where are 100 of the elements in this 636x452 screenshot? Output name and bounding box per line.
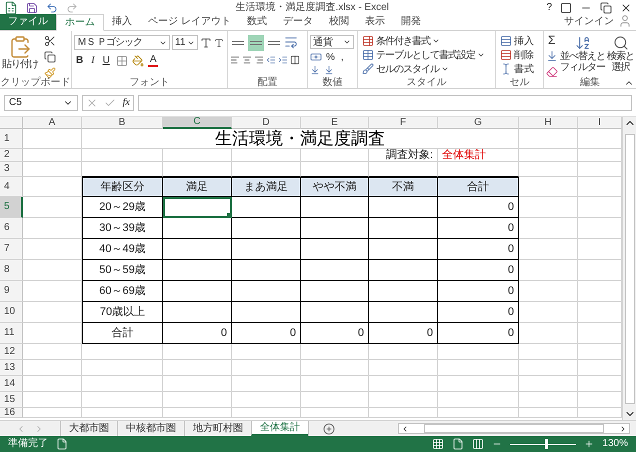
- empty-cell[interactable]: [232, 239, 301, 260]
- font-name-field[interactable]: ＭＳ Ｐゴシック: [74, 35, 170, 50]
- name-box[interactable]: C5: [4, 94, 78, 110]
- new-sheet-icon[interactable]: [322, 422, 334, 434]
- align-right-icon[interactable]: [254, 55, 264, 65]
- normal-view-icon[interactable]: [432, 438, 444, 450]
- empty-cell[interactable]: [163, 260, 232, 281]
- empty-cell[interactable]: [369, 197, 438, 218]
- insert-function-button[interactable]: fx: [122, 98, 130, 108]
- empty-cell[interactable]: [301, 302, 369, 323]
- empty-cell[interactable]: [369, 239, 438, 260]
- row-header[interactable]: 1: [0, 129, 23, 149]
- dropdown-caret-icon[interactable]: [441, 65, 449, 73]
- column-header[interactable]: B: [82, 117, 163, 129]
- vertical-scrollbar[interactable]: [622, 117, 636, 420]
- align-left-icon[interactable]: [230, 55, 240, 65]
- column-header[interactable]: E: [301, 117, 369, 129]
- fill-color-icon[interactable]: [132, 54, 144, 66]
- empty-cell[interactable]: [301, 197, 369, 218]
- sort-filter-button[interactable]: 並べ替えと フィルター: [560, 35, 605, 76]
- select-all-button[interactable]: [0, 117, 23, 129]
- copy-icon[interactable]: [44, 51, 56, 63]
- percent-button[interactable]: %: [324, 52, 337, 62]
- save-icon[interactable]: [26, 2, 38, 14]
- horizontal-scrollbar[interactable]: [398, 423, 630, 434]
- active-cell[interactable]: [163, 197, 232, 218]
- row-header[interactable]: 4: [0, 177, 23, 197]
- vertical-align-button[interactable]: [248, 35, 264, 51]
- merge-cells-icon[interactable]: [290, 55, 300, 65]
- restore-icon[interactable]: [600, 2, 612, 14]
- style-menu-button[interactable]: 条件付き書式: [360, 35, 487, 47]
- style-menu-button[interactable]: テーブルとして書式設定: [360, 49, 487, 61]
- empty-cell[interactable]: [369, 281, 438, 302]
- empty-cell[interactable]: [301, 260, 369, 281]
- empty-cell[interactable]: [232, 302, 301, 323]
- paste-button[interactable]: 貼り付け: [2, 35, 38, 76]
- ribbon-tab[interactable]: 表示: [356, 14, 393, 30]
- empty-cell[interactable]: [301, 281, 369, 302]
- comma-button[interactable]: ,: [338, 52, 346, 62]
- zoom-level[interactable]: 130%: [602, 439, 628, 449]
- column-header[interactable]: C: [163, 117, 232, 129]
- scissors-icon[interactable]: [44, 35, 56, 47]
- cancel-icon[interactable]: [86, 96, 98, 108]
- dropdown-caret-icon[interactable]: [343, 38, 351, 46]
- align-center-icon[interactable]: [242, 55, 252, 65]
- column-header[interactable]: F: [369, 117, 438, 129]
- row-header[interactable]: 15: [0, 392, 23, 408]
- number-format-field[interactable]: 通貨: [310, 35, 354, 49]
- row-header[interactable]: 12: [0, 344, 23, 360]
- table-icon[interactable]: [362, 49, 374, 61]
- empty-cell[interactable]: [369, 302, 438, 323]
- scroll-thumb[interactable]: [424, 424, 604, 433]
- column-header[interactable]: G: [438, 117, 519, 129]
- sheet-tab[interactable]: 全体集計: [251, 421, 308, 436]
- row-header[interactable]: 3: [0, 162, 23, 177]
- empty-cell[interactable]: [232, 281, 301, 302]
- empty-cell[interactable]: [163, 281, 232, 302]
- brush-icon[interactable]: [362, 63, 374, 75]
- row-header[interactable]: 5: [0, 197, 23, 218]
- eraser-icon[interactable]: [546, 66, 558, 78]
- empty-cell[interactable]: [163, 239, 232, 260]
- ribbon-tab[interactable]: ホーム: [56, 14, 104, 31]
- column-header[interactable]: I: [578, 117, 622, 129]
- cells-menu-button[interactable]: 削除: [498, 49, 536, 61]
- empty-cell[interactable]: [232, 218, 301, 239]
- row-header[interactable]: 14: [0, 376, 23, 392]
- conditional-format-icon[interactable]: [362, 35, 374, 47]
- formula-input[interactable]: [138, 94, 632, 110]
- zoom-slider-thumb[interactable]: [545, 439, 548, 449]
- column-header[interactable]: H: [519, 117, 578, 129]
- font-color-button[interactable]: A: [148, 54, 158, 67]
- ribbon-tab[interactable]: データ: [274, 14, 321, 30]
- enter-icon[interactable]: [104, 96, 116, 108]
- undo-icon[interactable]: [46, 2, 58, 14]
- bold-button[interactable]: B: [74, 55, 86, 66]
- empty-cell[interactable]: [301, 239, 369, 260]
- fill-down-icon[interactable]: [546, 50, 558, 62]
- find-select-button[interactable]: 検索と 選択: [607, 35, 634, 76]
- style-menu-button[interactable]: セルのスタイル: [360, 63, 487, 75]
- empty-cell[interactable]: [163, 218, 232, 239]
- ribbon-tab[interactable]: 校閲: [320, 14, 357, 30]
- underline-button[interactable]: U: [100, 55, 112, 66]
- row-header[interactable]: 7: [0, 239, 23, 260]
- row-header[interactable]: 2: [0, 149, 23, 162]
- ribbon-tab[interactable]: ファイル: [0, 14, 56, 30]
- cells-menu-button[interactable]: 書式: [498, 63, 536, 75]
- column-header[interactable]: A: [23, 117, 82, 129]
- dropdown-caret-icon[interactable]: [477, 51, 485, 59]
- fill-handle[interactable]: [227, 213, 231, 217]
- ribbon-tab[interactable]: ページ レイアウト: [140, 14, 239, 30]
- zoom-in-icon[interactable]: [584, 439, 594, 449]
- border-icon[interactable]: [116, 54, 128, 66]
- cells-menu-button[interactable]: 挿入: [498, 35, 536, 47]
- autosum-button[interactable]: Σ: [546, 35, 558, 46]
- empty-cell[interactable]: [301, 218, 369, 239]
- font-size-field[interactable]: 11: [172, 35, 198, 50]
- column-header[interactable]: D: [232, 117, 301, 129]
- page-layout-icon[interactable]: [452, 438, 464, 450]
- close-icon[interactable]: [620, 2, 632, 14]
- scroll-thumb[interactable]: [624, 134, 634, 404]
